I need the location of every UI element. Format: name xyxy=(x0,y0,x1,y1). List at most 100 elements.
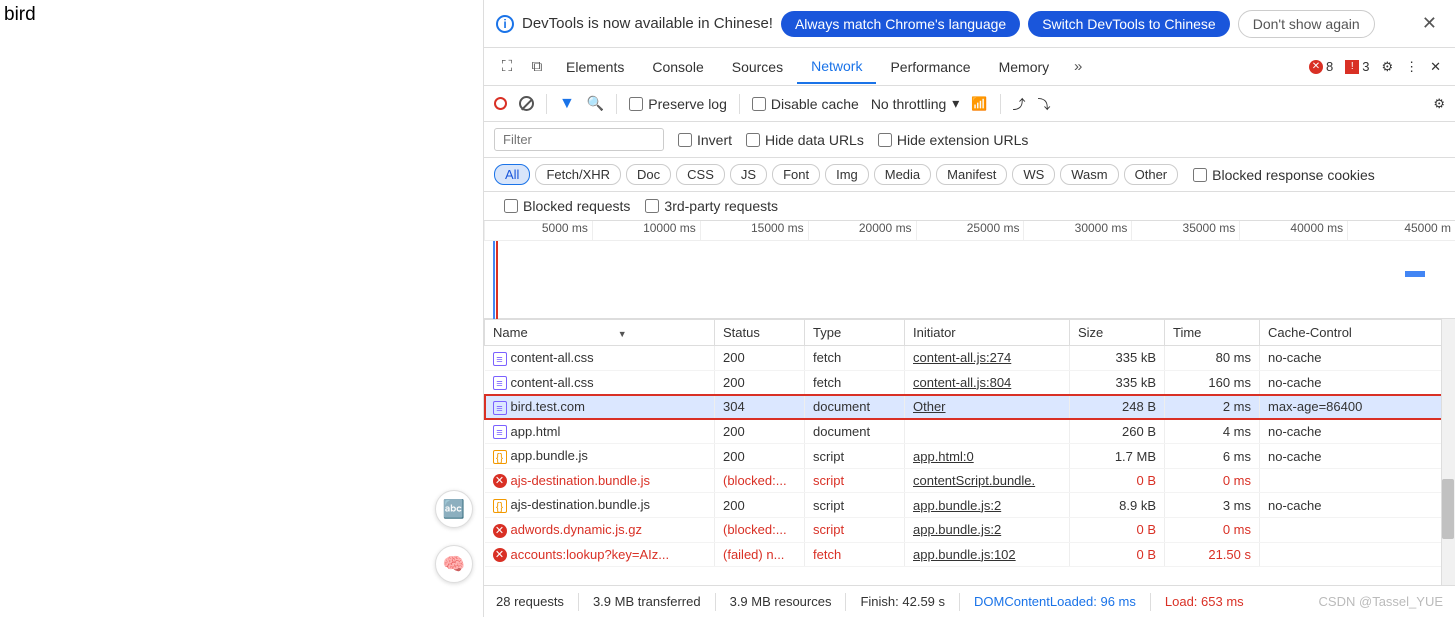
error-count[interactable]: ✕8 xyxy=(1309,59,1333,74)
banner-message: DevTools is now available in Chinese! xyxy=(522,15,773,32)
status-requests: 28 requests xyxy=(496,594,564,609)
chip-js[interactable]: JS xyxy=(730,164,767,185)
status-bar: 28 requests 3.9 MB transferred 3.9 MB re… xyxy=(484,585,1455,617)
chip-img[interactable]: Img xyxy=(825,164,869,185)
col-cachecontrol[interactable]: Cache-Control xyxy=(1260,320,1455,346)
timeline-tick: 10000 ms xyxy=(592,221,700,240)
blocked-requests-checkbox[interactable]: Blocked requests xyxy=(504,198,630,214)
hide-extension-urls-checkbox[interactable]: Hide extension URLs xyxy=(878,132,1029,148)
chip-manifest[interactable]: Manifest xyxy=(936,164,1007,185)
dont-show-button[interactable]: Don't show again xyxy=(1238,10,1375,38)
status-dcl: DOMContentLoaded: 96 ms xyxy=(974,594,1136,609)
tab-elements[interactable]: Elements xyxy=(552,51,638,83)
more-tabs-icon[interactable]: » xyxy=(1063,58,1093,75)
table-row[interactable]: ✕ajs-destination.bundle.js(blocked:...sc… xyxy=(485,468,1455,493)
chip-media[interactable]: Media xyxy=(874,164,931,185)
table-row[interactable]: ≡content-all.css200fetchcontent-all.js:2… xyxy=(485,346,1455,371)
tab-performance[interactable]: Performance xyxy=(876,51,984,83)
type-chips: AllFetch/XHRDocCSSJSFontImgMediaManifest… xyxy=(484,158,1455,192)
timeline-tick: 45000 m xyxy=(1347,221,1455,240)
table-row[interactable]: ≡content-all.css200fetchcontent-all.js:8… xyxy=(485,370,1455,395)
chip-ws[interactable]: WS xyxy=(1012,164,1055,185)
timeline-start-marker xyxy=(493,241,495,319)
table-row[interactable]: ✕accounts:lookup?key=AIz...(failed) n...… xyxy=(485,542,1455,567)
inspect-icon[interactable]: ⛶ xyxy=(492,58,522,75)
close-icon[interactable]: ✕ xyxy=(1416,13,1443,34)
status-resources: 3.9 MB resources xyxy=(730,594,832,609)
status-finish: Finish: 42.59 s xyxy=(860,594,945,609)
timeline-tick: 25000 ms xyxy=(916,221,1024,240)
col-type[interactable]: Type xyxy=(805,320,905,346)
kebab-icon[interactable]: ⋮ xyxy=(1405,59,1418,75)
status-load: Load: 653 ms xyxy=(1165,594,1244,609)
scrollbar-thumb[interactable] xyxy=(1442,479,1454,539)
timeline-request-marker xyxy=(1405,271,1425,277)
network-toolbar: ▼ 🔍 Preserve log Disable cache No thrott… xyxy=(484,86,1455,122)
chip-fetchxhr[interactable]: Fetch/XHR xyxy=(535,164,621,185)
filter-icon[interactable]: ▼ xyxy=(559,95,575,113)
chip-font[interactable]: Font xyxy=(772,164,820,185)
extra-filters: Blocked requests 3rd-party requests xyxy=(484,192,1455,221)
third-party-checkbox[interactable]: 3rd-party requests xyxy=(645,198,778,214)
col-time[interactable]: Time xyxy=(1165,320,1260,346)
throttling-select[interactable]: No throttling ▾ xyxy=(871,95,960,112)
filter-bar: Invert Hide data URLs Hide extension URL… xyxy=(484,122,1455,158)
page-content: bird xyxy=(4,4,36,25)
blocked-response-checkbox[interactable]: Blocked response cookies xyxy=(1193,167,1375,183)
devtools-panel: i DevTools is now available in Chinese! … xyxy=(484,0,1455,617)
device-icon[interactable]: ⧉ xyxy=(522,58,552,75)
table-row[interactable]: {}app.bundle.js200scriptapp.html:01.7 MB… xyxy=(485,444,1455,469)
timeline-overview[interactable]: 5000 ms10000 ms15000 ms20000 ms25000 ms3… xyxy=(484,221,1455,319)
always-match-button[interactable]: Always match Chrome's language xyxy=(781,11,1020,37)
tab-network[interactable]: Network xyxy=(797,50,876,84)
hide-data-urls-checkbox[interactable]: Hide data URLs xyxy=(746,132,864,148)
upload-icon[interactable]: ⤴ xyxy=(1013,94,1026,113)
col-initiator[interactable]: Initiator xyxy=(905,320,1070,346)
tab-console[interactable]: Console xyxy=(638,51,717,83)
tab-memory[interactable]: Memory xyxy=(985,51,1064,83)
gear-icon[interactable]: ⚙ xyxy=(1433,96,1445,112)
timeline-tick: 30000 ms xyxy=(1023,221,1131,240)
timeline-tick: 35000 ms xyxy=(1131,221,1239,240)
preserve-log-checkbox[interactable]: Preserve log xyxy=(629,96,727,112)
clear-icon[interactable] xyxy=(519,96,534,111)
scrollbar[interactable] xyxy=(1441,319,1455,585)
chip-wasm[interactable]: Wasm xyxy=(1060,164,1118,185)
chip-css[interactable]: CSS xyxy=(676,164,725,185)
switch-devtools-button[interactable]: Switch DevTools to Chinese xyxy=(1028,11,1230,37)
record-icon[interactable] xyxy=(494,97,507,110)
chip-all[interactable]: All xyxy=(494,164,530,185)
brain-fab[interactable]: 🧠 xyxy=(435,545,473,583)
invert-checkbox[interactable]: Invert xyxy=(678,132,732,148)
table-row[interactable]: ✕adwords.dynamic.js.gz(blocked:...script… xyxy=(485,517,1455,542)
timeline-tick: 15000 ms xyxy=(700,221,808,240)
disable-cache-checkbox[interactable]: Disable cache xyxy=(752,96,859,112)
chip-doc[interactable]: Doc xyxy=(626,164,671,185)
info-icon: i xyxy=(496,15,514,33)
filter-input[interactable] xyxy=(494,128,664,151)
status-transferred: 3.9 MB transferred xyxy=(593,594,701,609)
watermark: CSDN @Tassel_YUE xyxy=(1319,594,1443,609)
col-status[interactable]: Status xyxy=(715,320,805,346)
search-icon[interactable]: 🔍 xyxy=(587,95,604,112)
timeline-load-marker xyxy=(496,241,498,319)
requests-table[interactable]: NameStatusTypeInitiatorSizeTimeCache-Con… xyxy=(484,319,1455,585)
warning-count[interactable]: !3 xyxy=(1345,59,1369,74)
rendered-page: bird 🔤 🧠 xyxy=(0,0,484,617)
download-icon[interactable]: ⤵ xyxy=(1038,94,1051,113)
chevron-down-icon: ▾ xyxy=(952,95,959,112)
table-row[interactable]: ≡app.html200document260 B4 msno-cache xyxy=(485,419,1455,444)
timeline-tick: 5000 ms xyxy=(484,221,592,240)
table-row[interactable]: {}ajs-destination.bundle.js200scriptapp.… xyxy=(485,493,1455,518)
gear-icon[interactable]: ⚙ xyxy=(1381,59,1393,75)
tab-sources[interactable]: Sources xyxy=(718,51,797,83)
table-row[interactable]: ≡bird.test.com304documentOther248 B2 msm… xyxy=(485,395,1455,420)
wifi-icon[interactable]: 📶 xyxy=(971,96,987,112)
col-name[interactable]: Name xyxy=(485,320,715,346)
translate-fab[interactable]: 🔤 xyxy=(435,490,473,528)
close-devtools-icon[interactable]: ✕ xyxy=(1430,59,1441,75)
devtools-tabs: ⛶ ⧉ Elements Console Sources Network Per… xyxy=(484,48,1455,86)
timeline-tick: 20000 ms xyxy=(808,221,916,240)
chip-other[interactable]: Other xyxy=(1124,164,1179,185)
col-size[interactable]: Size xyxy=(1070,320,1165,346)
